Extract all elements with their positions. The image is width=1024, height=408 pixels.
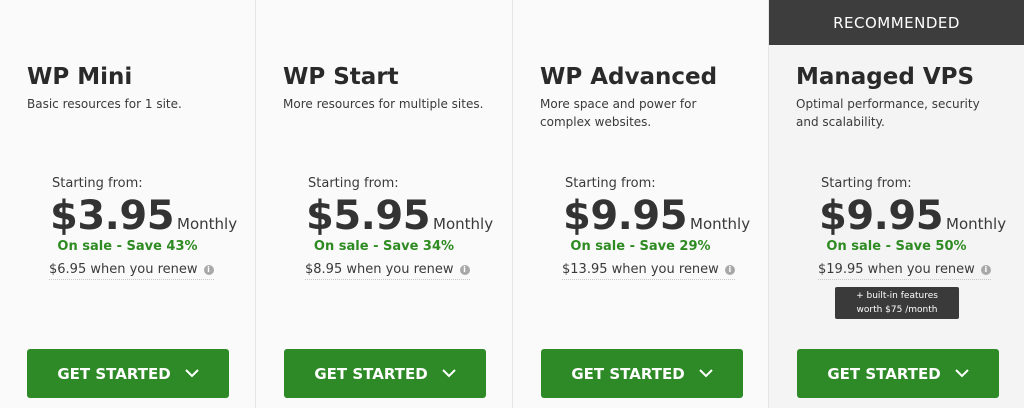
sale-text: On sale - Save 34% <box>313 239 455 254</box>
chevron-down-icon <box>954 369 969 378</box>
renewal-price-text: $6.95 when you renew <box>49 262 198 277</box>
plan-description: Optimal performance, security and scalab… <box>796 97 980 129</box>
plan-name: Managed VPS <box>796 64 975 90</box>
recommended-banner: RECOMMENDED <box>769 0 1024 45</box>
plan-card-wp-advanced: WP Advanced More space and power for com… <box>513 0 769 408</box>
plan-card-wp-mini: WP Mini Basic resources for 1 site. Star… <box>0 0 256 408</box>
renewal-price-text: $8.95 when you renew <box>305 262 454 277</box>
price-line: $9.95 Monthly <box>819 193 1006 239</box>
plan-name: WP Advanced <box>540 64 718 90</box>
get-started-button[interactable]: GET STARTED <box>27 349 229 398</box>
built-in-features-tooltip: + built-in features worth $75 /month <box>835 287 959 319</box>
info-icon[interactable]: i <box>724 265 735 275</box>
tooltip-line-2: worth $75 /month <box>856 305 938 315</box>
price-line: $3.95 Monthly <box>50 193 237 239</box>
price-line: $9.95 Monthly <box>563 193 750 239</box>
get-started-label: GET STARTED <box>57 364 171 383</box>
info-icon[interactable]: i <box>459 265 470 275</box>
billing-period: Monthly <box>946 215 1007 233</box>
plan-description: More space and power for complex website… <box>540 97 697 129</box>
plan-card-wp-start: WP Start More resources for multiple sit… <box>256 0 513 408</box>
get-started-button[interactable]: GET STARTED <box>541 349 743 398</box>
renewal-price-text: $19.95 when you renew <box>818 262 975 277</box>
starting-from-label: Starting from: <box>308 176 399 191</box>
billing-period: Monthly <box>177 215 238 233</box>
starting-from-label: Starting from: <box>52 176 143 191</box>
plan-description: Basic resources for 1 site. <box>27 97 182 111</box>
info-icon[interactable]: i <box>203 265 214 275</box>
renewal-price[interactable]: $6.95 when you renew i <box>49 262 214 280</box>
plan-name: WP Start <box>283 64 399 90</box>
get-started-button[interactable]: GET STARTED <box>797 349 999 398</box>
chevron-down-icon <box>441 369 456 378</box>
renewal-price[interactable]: $19.95 when you renew i <box>818 262 991 280</box>
info-icon[interactable]: i <box>980 265 991 275</box>
chevron-down-icon <box>698 369 713 378</box>
price: $9.95 <box>563 193 688 239</box>
starting-from-label: Starting from: <box>821 176 912 191</box>
plan-card-managed-vps: RECOMMENDED Managed VPS Optimal performa… <box>769 0 1024 408</box>
get-started-label: GET STARTED <box>827 364 941 383</box>
price: $3.95 <box>50 193 175 239</box>
billing-period: Monthly <box>433 215 494 233</box>
get-started-label: GET STARTED <box>571 364 685 383</box>
sale-text: On sale - Save 50% <box>826 239 967 254</box>
price: $5.95 <box>306 193 431 239</box>
billing-period: Monthly <box>690 215 751 233</box>
get-started-label: GET STARTED <box>314 364 428 383</box>
sale-text: On sale - Save 43% <box>57 239 198 254</box>
pricing-plans: WP Mini Basic resources for 1 site. Star… <box>0 0 1024 408</box>
starting-from-label: Starting from: <box>565 176 656 191</box>
get-started-button[interactable]: GET STARTED <box>284 349 486 398</box>
plan-name: WP Mini <box>27 64 133 90</box>
renewal-price-text: $13.95 when you renew <box>562 262 719 277</box>
renewal-price[interactable]: $13.95 when you renew i <box>562 262 735 280</box>
chevron-down-icon <box>184 369 199 378</box>
price-line: $5.95 Monthly <box>306 193 493 239</box>
plan-description: More resources for multiple sites. <box>283 97 484 111</box>
renewal-price[interactable]: $8.95 when you renew i <box>305 262 470 280</box>
sale-text: On sale - Save 29% <box>570 239 711 254</box>
tooltip-line-1: + built-in features <box>856 291 938 301</box>
price: $9.95 <box>819 193 944 239</box>
